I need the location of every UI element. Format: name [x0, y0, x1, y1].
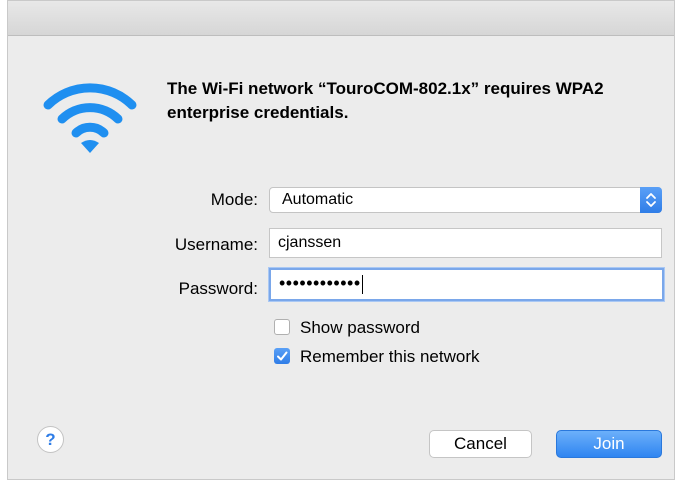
show-password-option[interactable]: Show password — [274, 318, 474, 338]
checkmark-icon — [277, 351, 288, 361]
remember-network-option[interactable]: Remember this network — [274, 347, 534, 367]
cancel-button[interactable]: Cancel — [429, 430, 532, 458]
remember-network-checkbox[interactable] — [274, 348, 290, 364]
wifi-credentials-dialog: The Wi-Fi network “TouroCOM-802.1x” requ… — [7, 0, 675, 480]
password-masked-value: •••••••••••• — [279, 273, 361, 293]
mode-select-value: Automatic — [282, 191, 354, 208]
password-label: Password: — [178, 279, 258, 298]
mode-label: Mode: — [210, 190, 258, 209]
show-password-label: Show password — [300, 318, 421, 337]
username-label: Username: — [174, 235, 258, 254]
text-caret — [361, 275, 363, 295]
updown-chevron-icon[interactable] — [640, 187, 662, 213]
join-button[interactable]: Join — [556, 430, 662, 458]
dialog-message: The Wi-Fi network “TouroCOM-802.1x” requ… — [167, 79, 604, 122]
remember-network-label: Remember this network — [300, 347, 480, 366]
username-field[interactable]: cjanssen — [269, 228, 662, 258]
password-field[interactable]: •••••••••••• — [269, 268, 664, 301]
mode-select[interactable]: Automatic — [269, 187, 662, 213]
wifi-icon — [43, 83, 137, 153]
show-password-checkbox[interactable] — [274, 319, 290, 335]
window-titlebar[interactable] — [8, 1, 674, 36]
help-button[interactable]: ? — [37, 426, 64, 453]
